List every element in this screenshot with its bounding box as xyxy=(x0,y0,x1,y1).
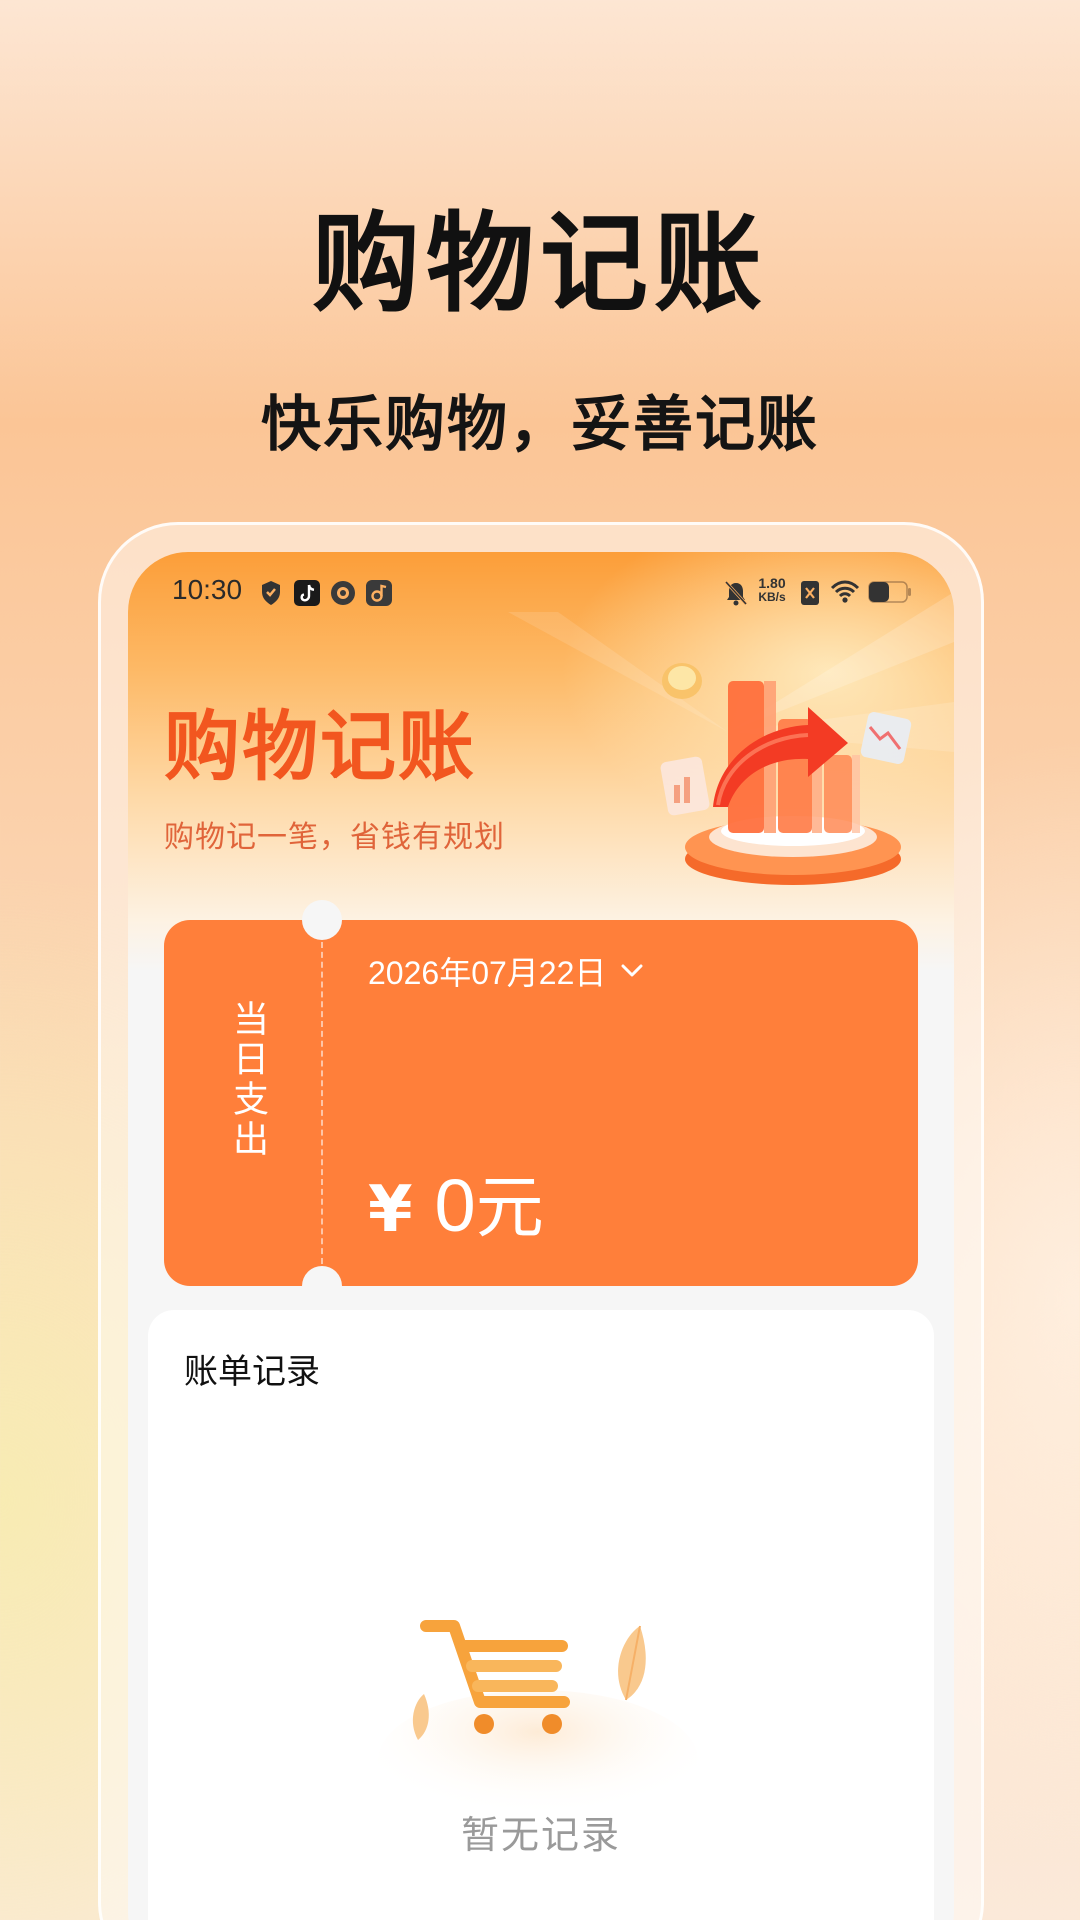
selected-date: 2026年07月22日 xyxy=(368,955,607,991)
status-time: 10:30 xyxy=(172,574,243,605)
promo-title: 购物记账 xyxy=(311,202,768,327)
amount-value: 0 xyxy=(434,1164,476,1247)
amount-unit: 元 xyxy=(475,1169,544,1248)
chevron-down-icon xyxy=(621,964,643,977)
network-speed-value: 1.80 xyxy=(758,575,786,591)
bill-records-panel: 账单记录 暂无记录 xyxy=(148,1310,934,1920)
empty-records-text: 暂无记录 xyxy=(460,1813,621,1857)
card-dashed-divider xyxy=(321,942,323,1264)
wifi-icon xyxy=(830,580,860,603)
empty-cart-illustration xyxy=(378,1620,698,1830)
daily-expense-card: 当日支出 2026年07月22日 ¥ 0 元 xyxy=(164,900,918,1306)
camera-app-icon xyxy=(331,581,355,605)
network-speed: 1.80 KB/s xyxy=(754,576,790,604)
app-subtitle: 购物记一笔，省钱有规划 xyxy=(164,820,505,855)
status-bar: 10:30 1.80 KB/s xyxy=(128,552,954,632)
daily-expense-label: 当日支出 xyxy=(227,1000,268,1160)
phone-screen: 10:30 1.80 KB/s 购物记账 购物记一笔，省钱有规划 当日支出 20… xyxy=(128,552,954,1920)
bar-chart-illustration xyxy=(660,663,912,885)
card-notch-top xyxy=(302,900,342,940)
date-selector[interactable]: 2026年07月22日 xyxy=(368,948,644,994)
tiktok-icon xyxy=(294,580,320,606)
currency-symbol: ¥ xyxy=(368,1173,413,1247)
sim-off-icon xyxy=(801,581,819,605)
bell-muted-icon xyxy=(724,580,748,606)
bill-records-title: 账单记录 xyxy=(184,1352,320,1392)
promo-subtitle: 快乐购物，妥善记账 xyxy=(261,390,819,460)
network-speed-unit: KB/s xyxy=(758,590,786,604)
daily-expense-amount: ¥ 0 元 xyxy=(368,1152,544,1251)
music-app-icon xyxy=(366,580,392,606)
app-title: 购物记账 xyxy=(164,702,476,791)
battery-icon xyxy=(868,581,911,603)
shield-icon xyxy=(262,581,280,605)
card-notch-bottom xyxy=(302,1266,342,1306)
